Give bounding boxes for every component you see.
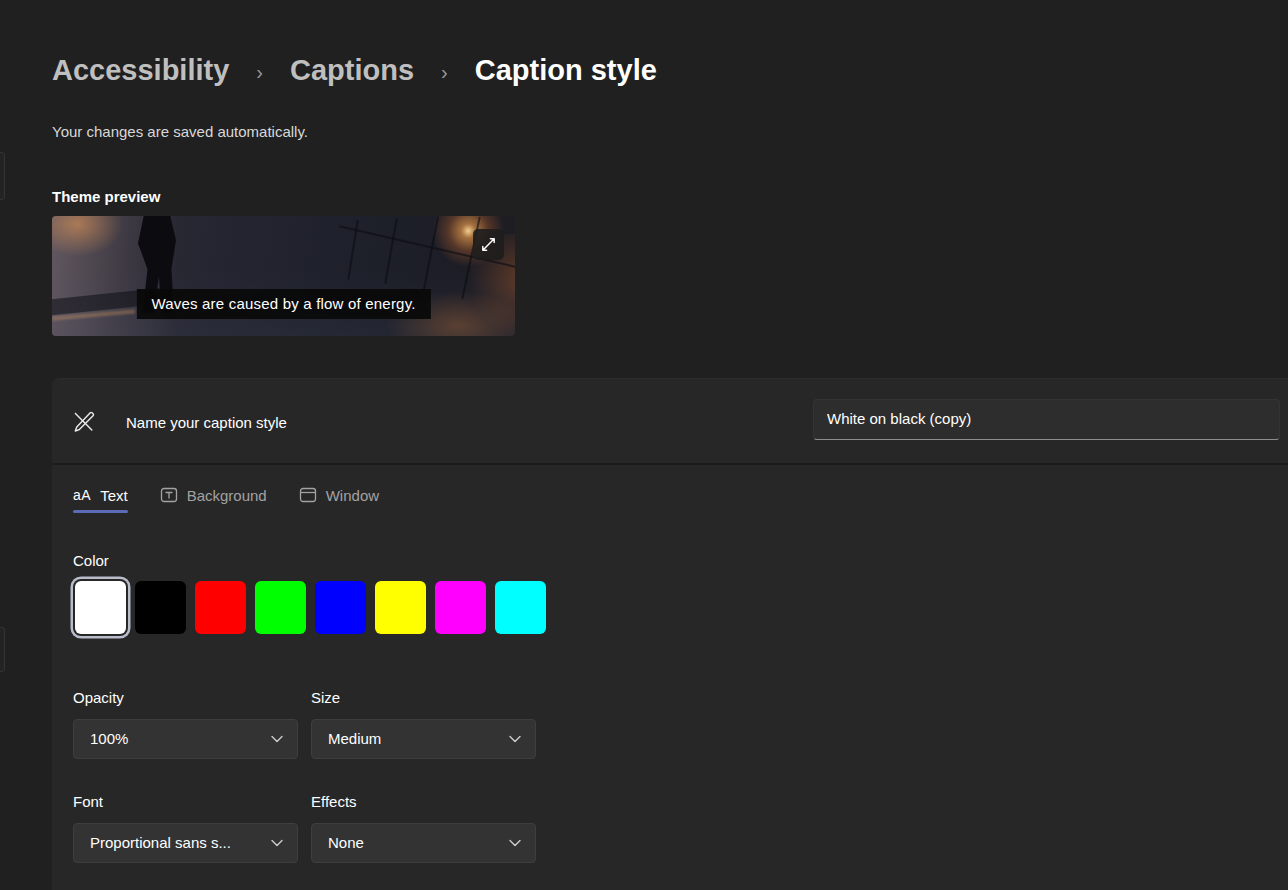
font-value: Proportional sans s... xyxy=(90,834,271,852)
color-swatch-blue[interactable] xyxy=(315,581,366,634)
background-tab-icon xyxy=(160,486,178,504)
opacity-value: 100% xyxy=(90,730,271,748)
chevron-down-icon xyxy=(271,735,283,743)
chevron-right-icon: › xyxy=(256,61,263,84)
theme-preview-label: Theme preview xyxy=(52,188,160,205)
left-rail-mark-top xyxy=(0,152,5,200)
size-value: Medium xyxy=(328,730,509,748)
color-swatch-white[interactable] xyxy=(75,581,126,634)
tab-text[interactable]: aA Text xyxy=(73,487,128,504)
tab-text-label: Text xyxy=(100,487,128,504)
size-label: Size xyxy=(311,689,340,706)
color-swatch-green[interactable] xyxy=(255,581,306,634)
name-caption-style-label: Name your caption style xyxy=(126,414,287,431)
caption-style-name-input[interactable] xyxy=(813,399,1280,440)
window-tab-icon xyxy=(299,486,317,504)
font-dropdown[interactable]: Proportional sans s... xyxy=(73,823,298,863)
effects-label: Effects xyxy=(311,793,357,810)
chevron-down-icon xyxy=(271,839,283,847)
expand-icon xyxy=(479,235,498,254)
effects-value: None xyxy=(328,834,509,852)
tab-background[interactable]: Background xyxy=(160,486,267,504)
autosave-note: Your changes are saved automatically. xyxy=(52,123,308,140)
color-swatch-yellow[interactable] xyxy=(375,581,426,634)
caption-style-card: Name your caption style aA Text Backgrou… xyxy=(52,378,1288,890)
chevron-down-icon xyxy=(509,735,521,743)
tab-background-label: Background xyxy=(187,487,267,504)
tab-window-label: Window xyxy=(326,487,379,504)
chevron-down-icon xyxy=(509,839,521,847)
font-label: Font xyxy=(73,793,103,810)
theme-preview: Waves are caused by a flow of energy. xyxy=(52,216,515,336)
tabs: aA Text Background Window xyxy=(73,480,379,510)
color-swatch-magenta[interactable] xyxy=(435,581,486,634)
expand-preview-button[interactable] xyxy=(473,229,504,260)
pen-icon xyxy=(70,408,97,435)
color-swatch-cyan[interactable] xyxy=(495,581,546,634)
effects-dropdown[interactable]: None xyxy=(311,823,536,863)
size-dropdown[interactable]: Medium xyxy=(311,719,536,759)
color-swatch-black[interactable] xyxy=(135,581,186,634)
tab-window[interactable]: Window xyxy=(299,486,379,504)
breadcrumb: Accessibility › Captions › Caption style xyxy=(52,54,657,87)
text-tab-icon: aA xyxy=(73,487,91,503)
color-swatch-red[interactable] xyxy=(195,581,246,634)
opacity-label: Opacity xyxy=(73,689,124,706)
color-swatches xyxy=(75,581,546,634)
divider xyxy=(52,463,1288,465)
left-rail-mark-bottom xyxy=(0,627,5,672)
preview-caption: Waves are caused by a flow of energy. xyxy=(136,289,430,319)
breadcrumb-captions[interactable]: Captions xyxy=(290,54,414,87)
breadcrumb-accessibility[interactable]: Accessibility xyxy=(52,54,229,87)
color-label: Color xyxy=(73,552,109,569)
breadcrumb-caption-style: Caption style xyxy=(475,54,657,87)
opacity-dropdown[interactable]: 100% xyxy=(73,719,298,759)
chevron-right-icon: › xyxy=(441,61,448,84)
preview-lamp-glow xyxy=(52,216,125,258)
